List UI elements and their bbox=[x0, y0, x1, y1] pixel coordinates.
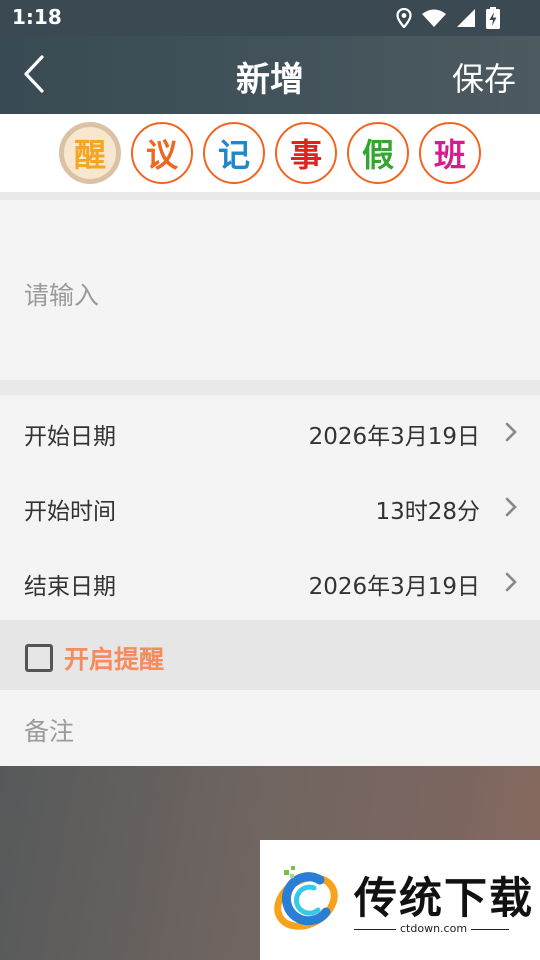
watermark-name: 传统下载 bbox=[354, 874, 534, 924]
chevron-right-icon bbox=[505, 497, 517, 517]
start-time-label: 开始时间 bbox=[24, 499, 116, 525]
location-icon bbox=[396, 8, 412, 28]
type-leave-button[interactable]: 假 bbox=[347, 122, 409, 184]
reminder-label[interactable]: 开启提醒 bbox=[64, 640, 164, 676]
watermark-logo: 传统下载 ctdown.com bbox=[260, 840, 540, 960]
start-time-row[interactable]: 开始时间 13时28分 bbox=[0, 470, 540, 545]
divider bbox=[0, 192, 540, 200]
type-event-button[interactable]: 事 bbox=[275, 122, 337, 184]
type-meeting-button[interactable]: 议 bbox=[131, 122, 193, 184]
reminder-toggle-row: 开启提醒 bbox=[0, 620, 540, 690]
cellular-signal-icon bbox=[457, 9, 475, 27]
chevron-right-icon bbox=[505, 422, 517, 442]
start-date-value: 2026年3月19日 bbox=[308, 424, 480, 450]
notes-input[interactable]: 备注 bbox=[0, 690, 540, 766]
content-placeholder: 请输入 bbox=[24, 281, 100, 310]
end-date-row[interactable]: 结束日期 2026年3月19日 bbox=[0, 545, 540, 620]
start-date-label: 开始日期 bbox=[24, 424, 116, 450]
app-bar: 新增 保存 bbox=[0, 36, 540, 114]
status-time: 1:18 bbox=[12, 5, 62, 29]
start-time-value: 13时28分 bbox=[375, 499, 480, 525]
type-remind-button[interactable]: 醒 bbox=[59, 122, 121, 184]
reminder-checkbox[interactable] bbox=[25, 644, 53, 672]
ctdown-logo-icon bbox=[274, 866, 338, 930]
divider bbox=[0, 380, 540, 395]
chevron-right-icon bbox=[505, 572, 517, 592]
notes-placeholder: 备注 bbox=[24, 717, 75, 746]
battery-charging-icon bbox=[486, 7, 500, 29]
status-icons bbox=[396, 7, 500, 29]
watermark-url: ctdown.com bbox=[396, 922, 472, 935]
end-date-label: 结束日期 bbox=[24, 574, 116, 600]
save-button[interactable]: 保存 bbox=[452, 54, 516, 100]
content-input[interactable]: 请输入 bbox=[0, 200, 540, 380]
type-note-button[interactable]: 记 bbox=[203, 122, 265, 184]
type-selector: 醒 议 记 事 假 班 bbox=[0, 114, 540, 192]
wifi-icon bbox=[422, 9, 446, 27]
type-shift-button[interactable]: 班 bbox=[419, 122, 481, 184]
status-bar: 1:18 bbox=[0, 0, 540, 36]
end-date-value: 2026年3月19日 bbox=[308, 574, 480, 600]
start-date-row[interactable]: 开始日期 2026年3月19日 bbox=[0, 395, 540, 470]
